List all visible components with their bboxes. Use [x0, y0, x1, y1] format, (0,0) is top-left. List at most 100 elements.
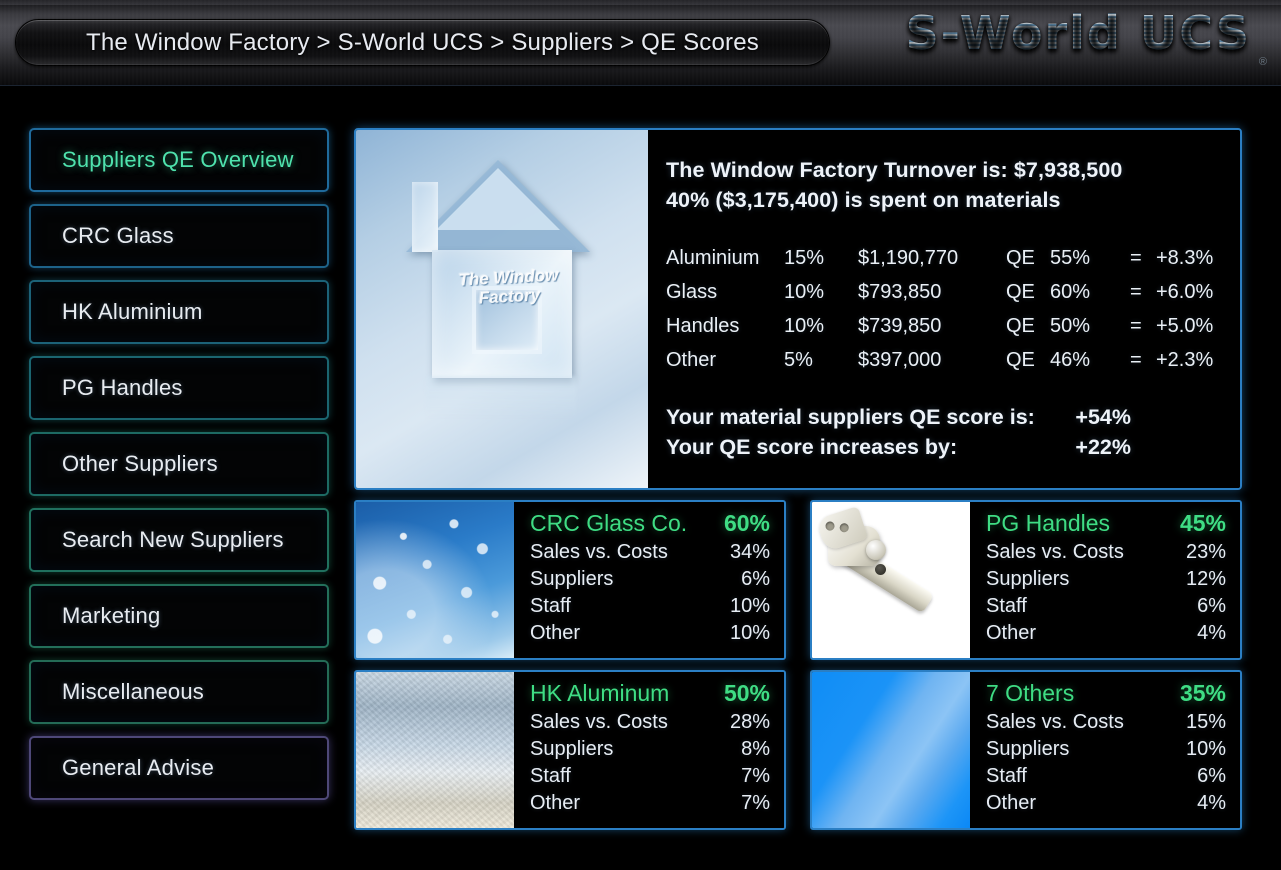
supplier-metric-value: 4%	[1197, 622, 1226, 644]
qe-summary-value: +22%	[1075, 434, 1131, 459]
material-percent: 10%	[784, 315, 825, 338]
supplier-card-header: HK Aluminum 50%	[530, 680, 770, 707]
frosted-aluminium-texture-image	[356, 672, 514, 828]
qe-contribution: +2.3%	[1156, 349, 1214, 372]
sidebar-item-crc-glass[interactable]: CRC Glass	[29, 204, 329, 268]
qe-overview-content: The Window Factory Turnover is: $7,938,5…	[648, 130, 1240, 488]
qe-percent: 50%	[1050, 315, 1091, 338]
supplier-metric-label: Staff	[986, 765, 1027, 787]
supplier-metric-label: Sales vs. Costs	[530, 541, 668, 563]
material-amount: $793,850	[858, 281, 942, 304]
sidebar-item-marketing[interactable]: Marketing	[29, 584, 329, 648]
supplier-card[interactable]: CRC Glass Co. 60% Sales vs. Costs 34% Suppli…	[354, 500, 786, 660]
supplier-metric-row: Suppliers 10%	[986, 736, 1226, 763]
supplier-name: CRC Glass Co.	[530, 510, 688, 536]
supplier-metric-label: Suppliers	[986, 738, 1070, 760]
supplier-metric-value: 8%	[741, 738, 770, 760]
sidebar-item-label: Other Suppliers	[62, 451, 218, 476]
sidebar-item-label: PG Handles	[62, 375, 183, 400]
supplier-metric-label: Sales vs. Costs	[986, 711, 1124, 733]
sidebar-nav: Suppliers QE Overview CRC Glass HK Alumini…	[29, 128, 329, 812]
supplier-metric-value: 4%	[1197, 792, 1226, 814]
breadcrumb-bar[interactable]: The Window Factory > S-World UCS > Suppl…	[15, 19, 830, 66]
house-roof-highlight	[436, 168, 560, 230]
sidebar-item-other-suppliers[interactable]: Other Suppliers	[29, 432, 329, 496]
qe-label: QE	[1006, 247, 1035, 270]
qe-label: QE	[1006, 349, 1035, 372]
supplier-metric-label: Suppliers	[986, 568, 1070, 590]
supplier-metric-value: 15%	[1185, 711, 1226, 733]
materials-table: Aluminium 15% $1,190,770 QE 55% = +8.3% Glass 10…	[666, 241, 1213, 377]
supplier-qe-score: 35%	[1179, 680, 1226, 706]
supplier-metric-value: 12%	[1185, 568, 1226, 590]
equals-sign: =	[1130, 349, 1142, 372]
turnover-line-2: 40% ($3,175,400) is spent on materials	[666, 187, 1061, 212]
sidebar-item-label: General Advise	[62, 755, 214, 780]
supplier-card[interactable]: HK Aluminum 50% Sales vs. Costs 28% Supplier…	[354, 670, 786, 830]
turnover-heading: The Window Factory Turnover is: $7,938,5…	[666, 156, 1220, 215]
material-name: Aluminium	[666, 247, 760, 270]
handle-screw-hole	[824, 520, 836, 532]
material-row: Aluminium 15% $1,190,770 QE 55% = +8.3%	[666, 241, 1213, 275]
supplier-card-header: 7 Others 35%	[986, 680, 1226, 707]
sidebar-item-pg-handles[interactable]: PG Handles	[29, 356, 329, 420]
supplier-metric-label: Suppliers	[530, 568, 614, 590]
breadcrumb: The Window Factory > S-World UCS > Suppl…	[86, 28, 759, 56]
supplier-metric-label: Other	[986, 792, 1037, 814]
supplier-metric-row: Suppliers 6%	[530, 566, 770, 593]
qe-label: QE	[1006, 281, 1035, 304]
qe-summary-value: +54%	[1075, 405, 1131, 430]
handle-screw-hole	[838, 522, 850, 534]
material-row: Other 5% $397,000 QE 46% = +2.3%	[666, 343, 1213, 377]
supplier-metric-value: 23%	[1185, 541, 1226, 563]
supplier-qe-score: 45%	[1179, 510, 1226, 536]
sidebar-item-suppliers-qe-overview[interactable]: Suppliers QE Overview	[29, 128, 329, 192]
qe-label: QE	[1006, 315, 1035, 338]
sidebar-item-miscellaneous[interactable]: Miscellaneous	[29, 660, 329, 724]
supplier-metric-label: Other	[530, 792, 581, 814]
app-header: The Window Factory > S-World UCS > Suppl…	[0, 0, 1281, 86]
qe-contribution: +6.0%	[1156, 281, 1214, 304]
supplier-metric-value: 28%	[729, 711, 770, 733]
supplier-cards-grid: CRC Glass Co. 60% Sales vs. Costs 34% Suppli…	[354, 500, 1242, 840]
supplier-metric-row: Sales vs. Costs 34%	[530, 539, 770, 566]
supplier-metric-value: 10%	[729, 595, 770, 617]
qe-summary-row: Your QE score increases by: +22%	[666, 433, 1220, 463]
sidebar-item-search-new-suppliers[interactable]: Search New Suppliers	[29, 508, 329, 572]
qe-summary: Your material suppliers QE score is: +54%…	[666, 403, 1220, 462]
material-percent: 15%	[784, 247, 825, 270]
equals-sign: =	[1130, 247, 1142, 270]
qe-contribution: +8.3%	[1156, 247, 1214, 270]
supplier-metric-value: 6%	[1197, 595, 1226, 617]
water-droplets-on-blue-glass-image	[356, 502, 514, 658]
equals-sign: =	[1130, 281, 1142, 304]
supplier-name: PG Handles	[986, 510, 1111, 536]
qe-contribution: +5.0%	[1156, 315, 1214, 338]
supplier-metric-row: Other 7%	[530, 790, 770, 817]
supplier-metric-label: Other	[986, 622, 1037, 644]
supplier-metric-row: Staff 6%	[986, 763, 1226, 790]
supplier-metric-label: Other	[530, 622, 581, 644]
qe-percent: 55%	[1050, 247, 1091, 270]
material-amount: $739,850	[858, 315, 942, 338]
supplier-card-body: CRC Glass Co. 60% Sales vs. Costs 34% Suppli…	[514, 502, 784, 658]
supplier-metric-row: Staff 10%	[530, 593, 770, 620]
registered-trademark-icon: ®	[1258, 56, 1267, 68]
supplier-card[interactable]: PG Handles 45% Sales vs. Costs 23% Suppliers…	[810, 500, 1242, 660]
handle-knob	[866, 540, 886, 560]
sidebar-item-general-advise[interactable]: General Advise	[29, 736, 329, 800]
supplier-card[interactable]: 7 Others 35% Sales vs. Costs 15% Suppliers 10…	[810, 670, 1242, 830]
supplier-metric-row: Suppliers 12%	[986, 566, 1226, 593]
supplier-metric-label: Sales vs. Costs	[986, 541, 1124, 563]
supplier-metric-label: Sales vs. Costs	[530, 711, 668, 733]
sidebar-item-hk-aluminium[interactable]: HK Aluminium	[29, 280, 329, 344]
sidebar-item-label: HK Aluminium	[62, 299, 203, 324]
supplier-metric-value: 10%	[729, 622, 770, 644]
supplier-metric-value: 6%	[741, 568, 770, 590]
qe-summary-label: Your QE score increases by:	[666, 434, 958, 459]
sidebar-item-label: CRC Glass	[62, 223, 174, 248]
house-reflection	[426, 376, 576, 420]
qe-overview-panel: The Window Factory The Window Factory Tu…	[354, 128, 1242, 490]
supplier-metric-label: Staff	[986, 595, 1027, 617]
supplier-metric-label: Staff	[530, 765, 571, 787]
